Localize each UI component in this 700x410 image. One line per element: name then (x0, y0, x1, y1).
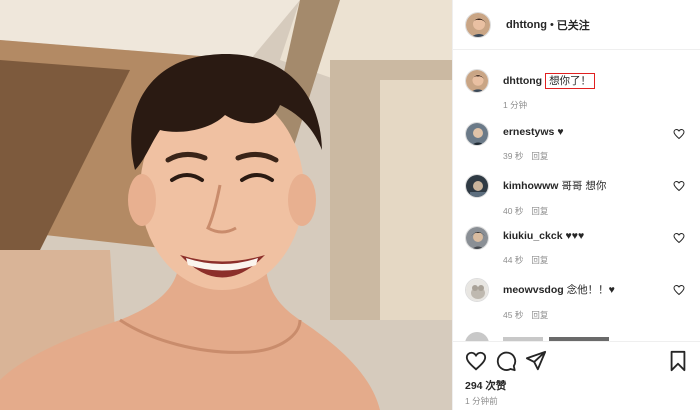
comment-username[interactable]: kiukiu_ckck (503, 230, 563, 242)
follow-status-button[interactable]: 已关注 (557, 17, 590, 33)
portrait-image (0, 0, 452, 410)
comment-body: kiukiu_ckck ♥♥♥ 44 秒回复 (503, 230, 683, 266)
post-actions: 294 次赞 1 分钟前 (453, 341, 700, 410)
post-side-panel: dhttong • 已关注 dhttong 想你了！ 1 分钟 ernestyws… (452, 0, 700, 410)
comment-text: ♥ (557, 126, 564, 138)
commenter-avatar[interactable] (465, 122, 489, 146)
reply-button[interactable]: 回复 (531, 255, 548, 265)
comment-like-heart-icon[interactable] (673, 180, 685, 192)
likes-count[interactable]: 294 次赞 (465, 378, 506, 393)
comment-username[interactable]: kimhowww (503, 180, 558, 192)
comment-like-heart-icon[interactable] (673, 128, 685, 140)
comment-username[interactable]: ernestyws (503, 126, 554, 138)
caption-time: 1 分钟 (503, 100, 528, 110)
reply-button[interactable]: 回复 (531, 151, 548, 161)
bookmark-icon[interactable] (667, 350, 689, 372)
header-separator: • (549, 18, 554, 31)
caption-avatar[interactable] (465, 69, 489, 93)
comment-like-heart-icon[interactable] (673, 232, 685, 244)
comment-time: 44 秒 (503, 255, 524, 265)
caption-text: 想你了！ (545, 73, 596, 89)
comment-body: meowvsdog 念他！！♥ 45 秒回复 (503, 282, 683, 321)
comment-like-heart-icon[interactable] (673, 284, 685, 296)
speech-bubble-icon[interactable] (495, 350, 517, 372)
comment-text: 念他！！♥ (566, 284, 615, 296)
commenter-avatar[interactable] (465, 174, 489, 198)
comment-time: 39 秒 (503, 151, 524, 161)
post-photo[interactable] (0, 0, 452, 410)
reply-button[interactable]: 回复 (531, 310, 548, 320)
commenter-avatar[interactable] (465, 278, 489, 302)
comment-text: ♥♥♥ (565, 230, 585, 242)
reply-button[interactable]: 回复 (531, 206, 548, 216)
author-username[interactable]: dhttong (506, 19, 547, 31)
caption-body: dhttong 想你了！ 1 分钟 (503, 73, 683, 111)
commenter-avatar[interactable] (465, 226, 489, 250)
comment-body: kimhowww 哥哥 想你 40 秒回复 (503, 178, 683, 217)
partial-comment-item (465, 331, 697, 341)
caption-username[interactable]: dhttong (503, 75, 542, 87)
author-avatar[interactable] (465, 11, 491, 38)
post-header: dhttong • 已关注 (453, 0, 700, 50)
comment-time: 40 秒 (503, 206, 524, 216)
posted-time: 1 分钟前 (465, 396, 498, 406)
comment-time: 45 秒 (503, 310, 524, 320)
paper-plane-icon[interactable] (525, 350, 547, 372)
heart-outline-icon[interactable] (465, 350, 487, 372)
comment-body: ernestyws ♥ 39 秒回复 (503, 126, 683, 162)
comments-list[interactable]: dhttong 想你了！ 1 分钟 ernestyws ♥ 39 秒回复 kimho… (453, 51, 700, 341)
comment-text: 哥哥 想你 (561, 180, 607, 192)
comment-username[interactable]: meowvsdog (503, 284, 564, 296)
